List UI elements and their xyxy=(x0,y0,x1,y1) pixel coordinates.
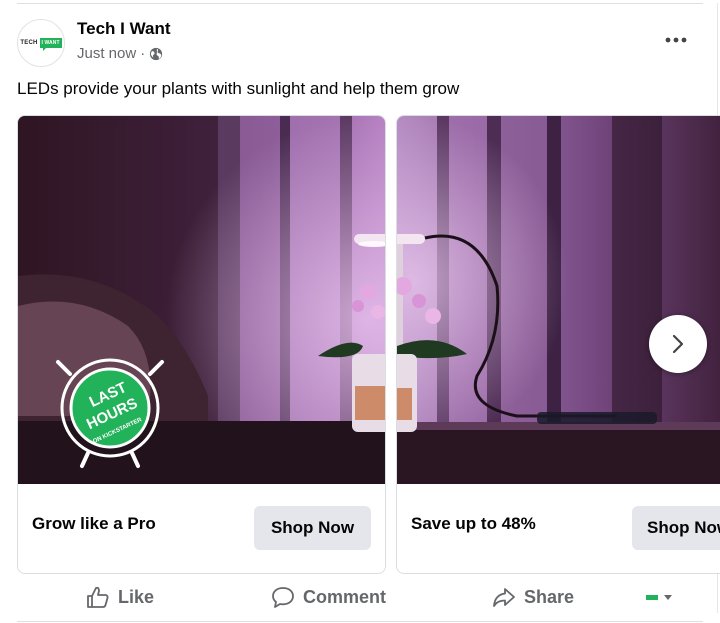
shop-now-button[interactable]: Shop Now xyxy=(632,506,720,550)
page-name[interactable]: Tech I Want xyxy=(77,19,171,39)
more-options-button[interactable] xyxy=(656,25,696,55)
share-icon xyxy=(493,588,515,607)
carousel-next-button[interactable] xyxy=(649,315,707,373)
tech-i-want-logo: TECH I WANT xyxy=(20,38,62,51)
caret-down-icon xyxy=(664,594,672,600)
comment-button[interactable]: Comment xyxy=(271,580,386,614)
like-button[interactable]: Like xyxy=(86,580,154,614)
card-image-2 xyxy=(397,116,720,484)
carousel-card-1[interactable]: LAST HOURS ON KICKSTARTER Grow like a Pr… xyxy=(17,115,386,574)
share-button[interactable]: Share xyxy=(492,580,574,614)
page-avatar[interactable]: TECH I WANT xyxy=(17,19,65,67)
card-footer-1: Grow like a Pro Shop Now xyxy=(18,484,385,573)
page-mini-logo xyxy=(645,594,658,600)
card-title: Save up to 48% xyxy=(411,514,536,533)
post-bottom-border xyxy=(17,621,703,622)
like-label: Like xyxy=(118,586,155,607)
comment-icon xyxy=(272,587,294,608)
post-top-border xyxy=(17,3,703,4)
share-label: Share xyxy=(524,586,575,607)
post-action-bar: Like Comment Share xyxy=(0,580,720,614)
post-meta: Just now · xyxy=(77,45,163,62)
comment-label: Comment xyxy=(303,586,387,607)
ellipsis-icon xyxy=(665,37,687,43)
post-timestamp[interactable]: Just now xyxy=(77,45,136,62)
chevron-right-icon xyxy=(672,334,684,354)
audience-selector[interactable] xyxy=(645,588,672,606)
meta-separator: · xyxy=(140,45,146,62)
globe-icon xyxy=(149,47,163,61)
thumbs-up-icon xyxy=(87,586,109,608)
card-footer-2: Save up to 48% Shop Now xyxy=(397,484,720,573)
post-caption: LEDs provide your plants with sunlight a… xyxy=(17,79,460,98)
card-image-1: LAST HOURS ON KICKSTARTER xyxy=(18,116,385,484)
card-title: Grow like a Pro xyxy=(32,514,156,533)
shop-now-button[interactable]: Shop Now xyxy=(254,506,371,550)
